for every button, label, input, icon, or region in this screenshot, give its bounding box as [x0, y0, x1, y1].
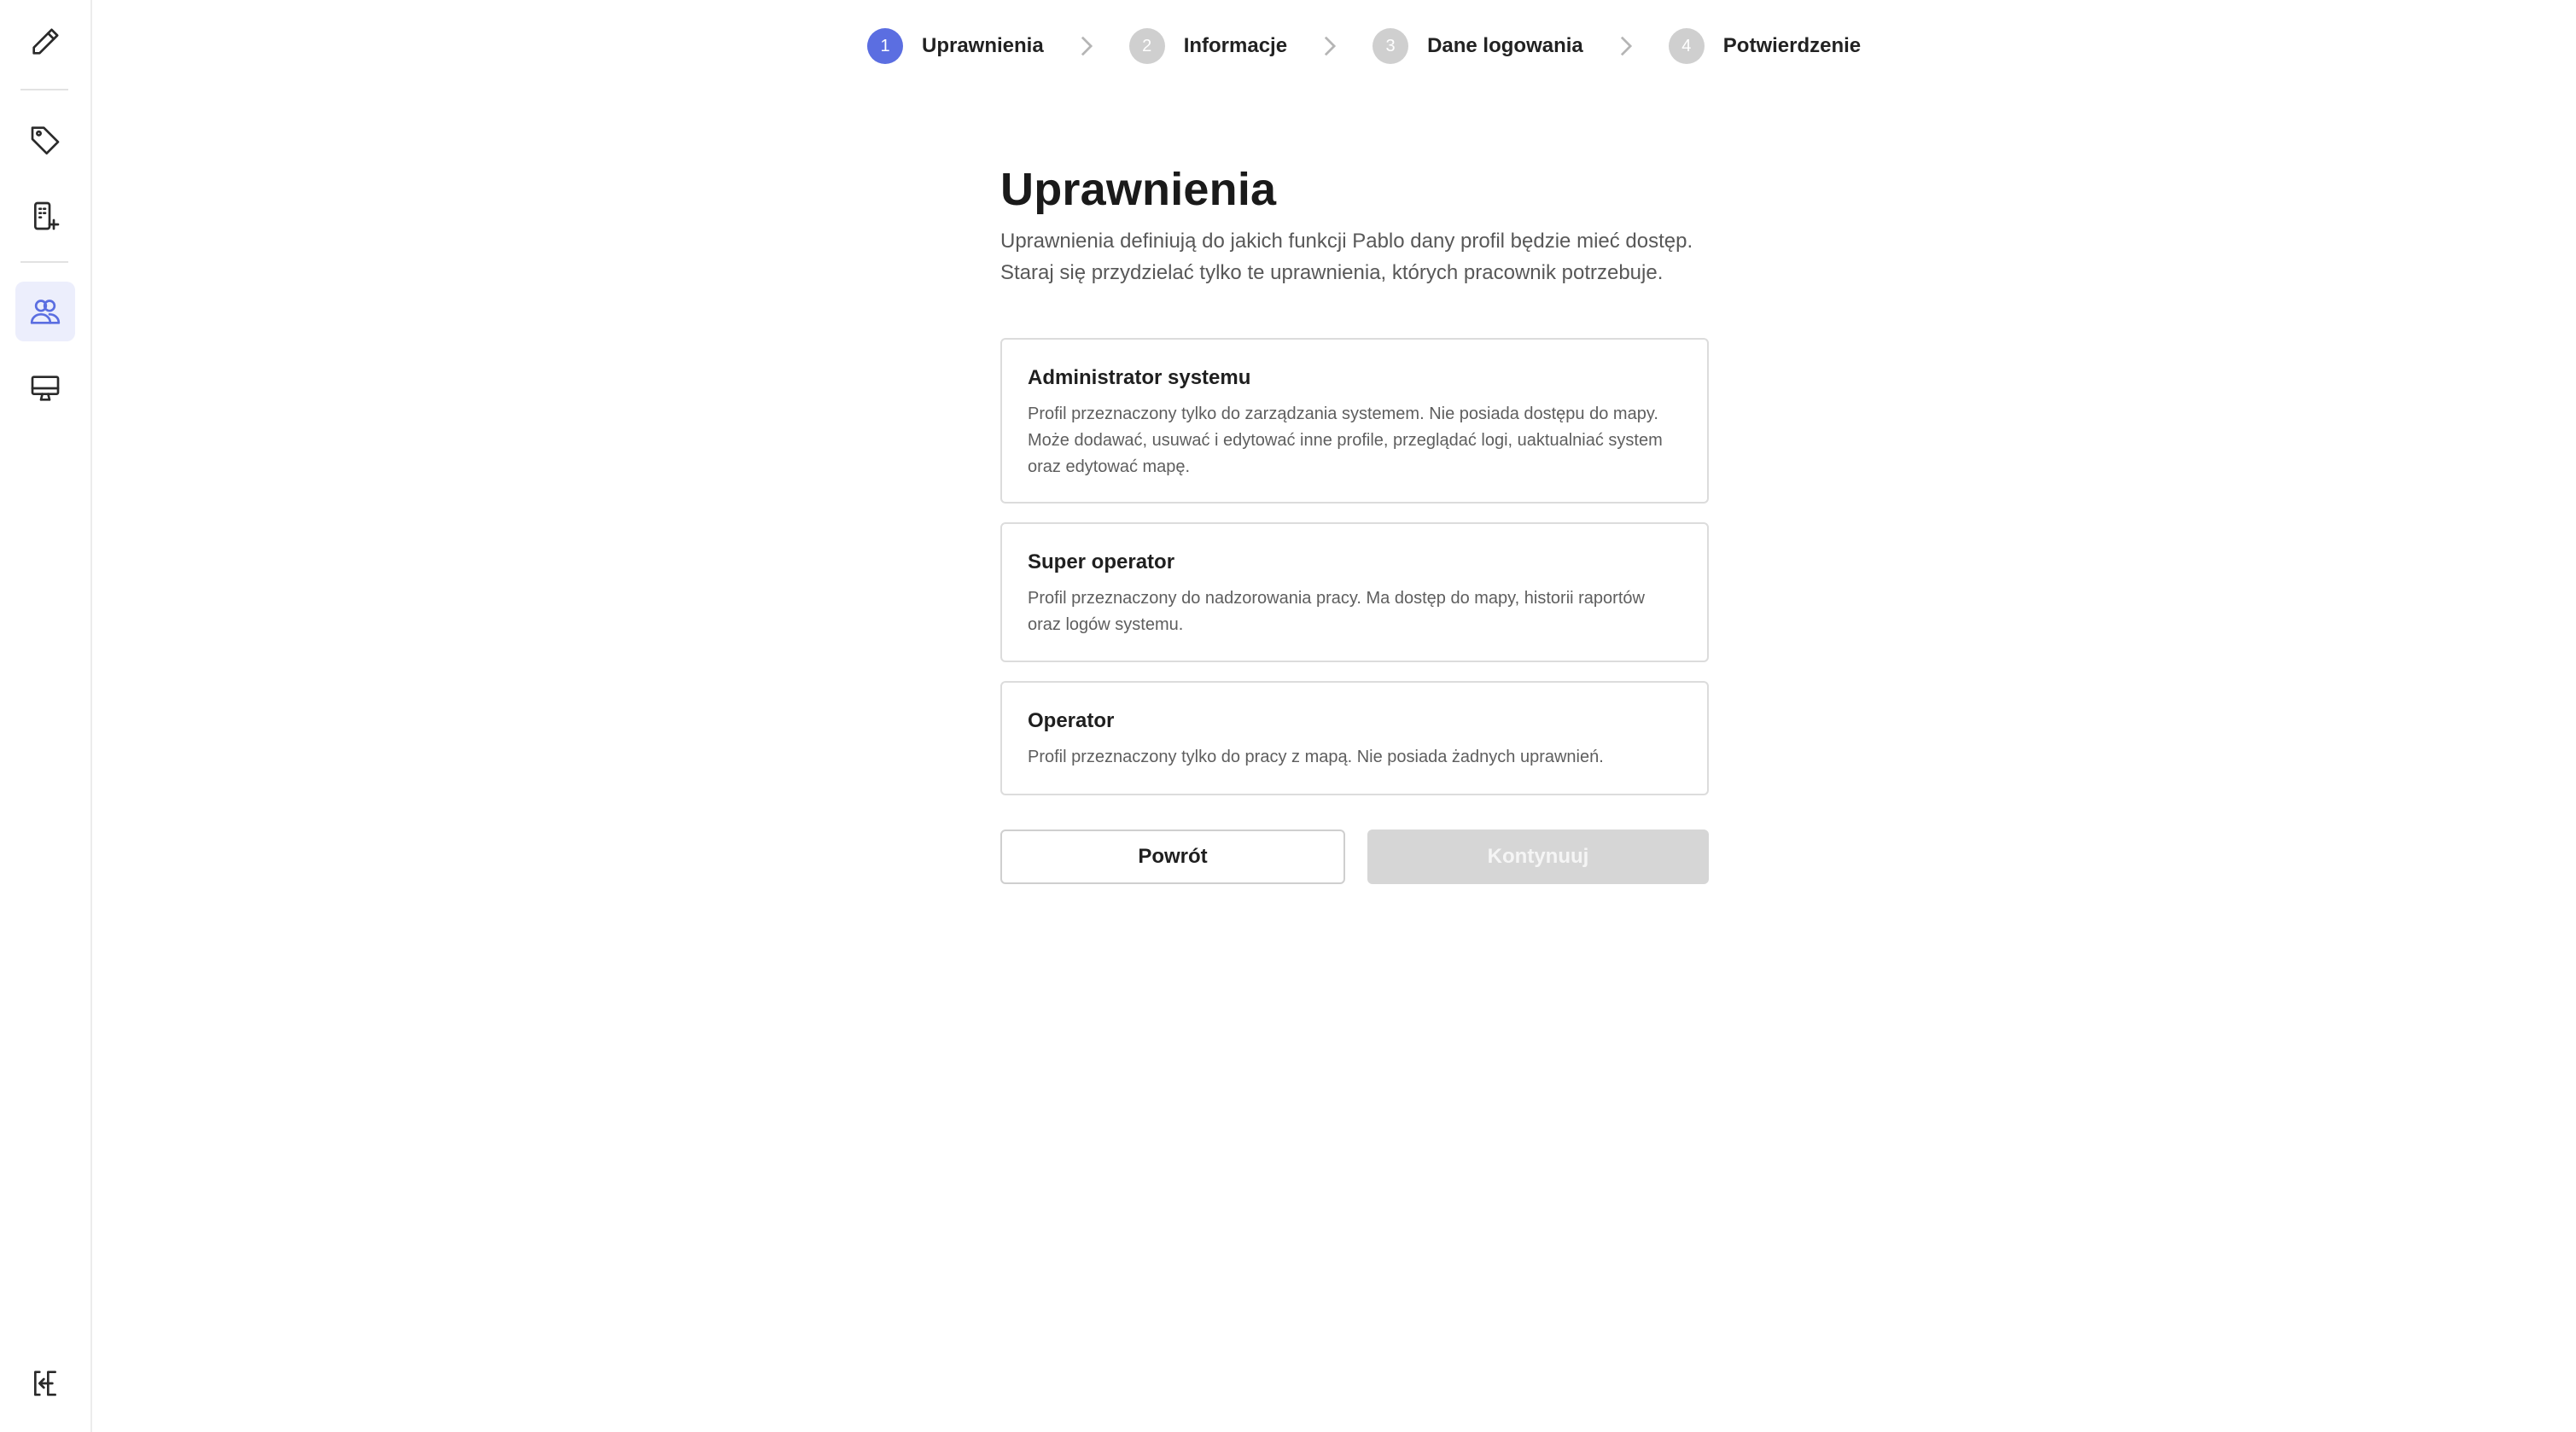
permissions-panel: Uprawnienia Uprawnienia definiują do jak…: [1000, 162, 1709, 884]
step-number: 1: [867, 28, 903, 64]
sidebar-item-edit[interactable]: [15, 12, 75, 72]
sidebar-divider: [20, 261, 68, 263]
sidebar-item-monitor[interactable]: [15, 358, 75, 418]
role-description: Profil przeznaczony do nadzorowania prac…: [1028, 589, 1645, 634]
step-label: Informacje: [1183, 34, 1288, 57]
role-title: Administrator systemu: [1028, 366, 1251, 389]
form-actions: Powrót Kontynuuj: [1000, 830, 1709, 884]
role-card-admin[interactable]: Administrator systemu Profil przeznaczon…: [1000, 338, 1709, 504]
step-label: Potwierdzenie: [1722, 34, 1862, 57]
step-number: 2: [1128, 28, 1165, 64]
page-title: Uprawnienia: [1000, 164, 1277, 215]
page-description: Uprawnienia definiują do jakich funkcji …: [1000, 230, 1693, 284]
chevron-right-icon: [1063, 36, 1110, 56]
role-title: Super operator: [1028, 550, 1175, 573]
continue-button[interactable]: Kontynuuj: [1367, 830, 1709, 884]
pencil-icon: [32, 28, 59, 55]
role-card-super-operator[interactable]: Super operator Profil przeznaczony do na…: [1000, 522, 1709, 662]
step-label: Dane logowania: [1427, 34, 1583, 57]
wizard-stepper: 1 Uprawnienia 2 Informacje 3 Dane logowa…: [867, 27, 1861, 65]
step-informacje[interactable]: 2 Informacje: [1128, 28, 1288, 64]
role-title: Operator: [1028, 709, 1115, 732]
chevron-right-icon: [1602, 36, 1650, 56]
monitor-icon: [31, 375, 60, 401]
logout-icon: [34, 1371, 56, 1396]
step-number: 3: [1373, 28, 1409, 64]
role-description: Profil przeznaczony tylko do pracy z map…: [1028, 748, 1604, 766]
step-potwierdzenie[interactable]: 4 Potwierdzenie: [1668, 28, 1862, 64]
step-uprawnienia[interactable]: 1 Uprawnienia: [867, 28, 1044, 64]
step-number: 4: [1668, 28, 1705, 64]
users-icon: [30, 300, 61, 324]
tag-icon: [31, 126, 60, 155]
sidebar-divider: [20, 89, 68, 90]
app-root: 1 Uprawnienia 2 Informacje 3 Dane logowa…: [0, 0, 2576, 1432]
sidebar-item-tags[interactable]: [15, 109, 75, 169]
sidebar-item-users[interactable]: [15, 282, 75, 341]
sidebar-item-logout[interactable]: [15, 1353, 75, 1413]
sidebar: [0, 0, 92, 1432]
back-button[interactable]: Powrót: [1000, 830, 1345, 884]
device-add-icon: [34, 201, 60, 230]
step-label: Uprawnienia: [922, 34, 1044, 57]
step-dane-logowania[interactable]: 3 Dane logowania: [1373, 28, 1583, 64]
role-card-operator[interactable]: Operator Profil przeznaczony tylko do pr…: [1000, 681, 1709, 795]
chevron-right-icon: [1306, 36, 1354, 56]
role-description: Profil przeznaczony tylko do zarządzania…: [1028, 405, 1663, 476]
sidebar-item-add-device[interactable]: [15, 186, 75, 246]
